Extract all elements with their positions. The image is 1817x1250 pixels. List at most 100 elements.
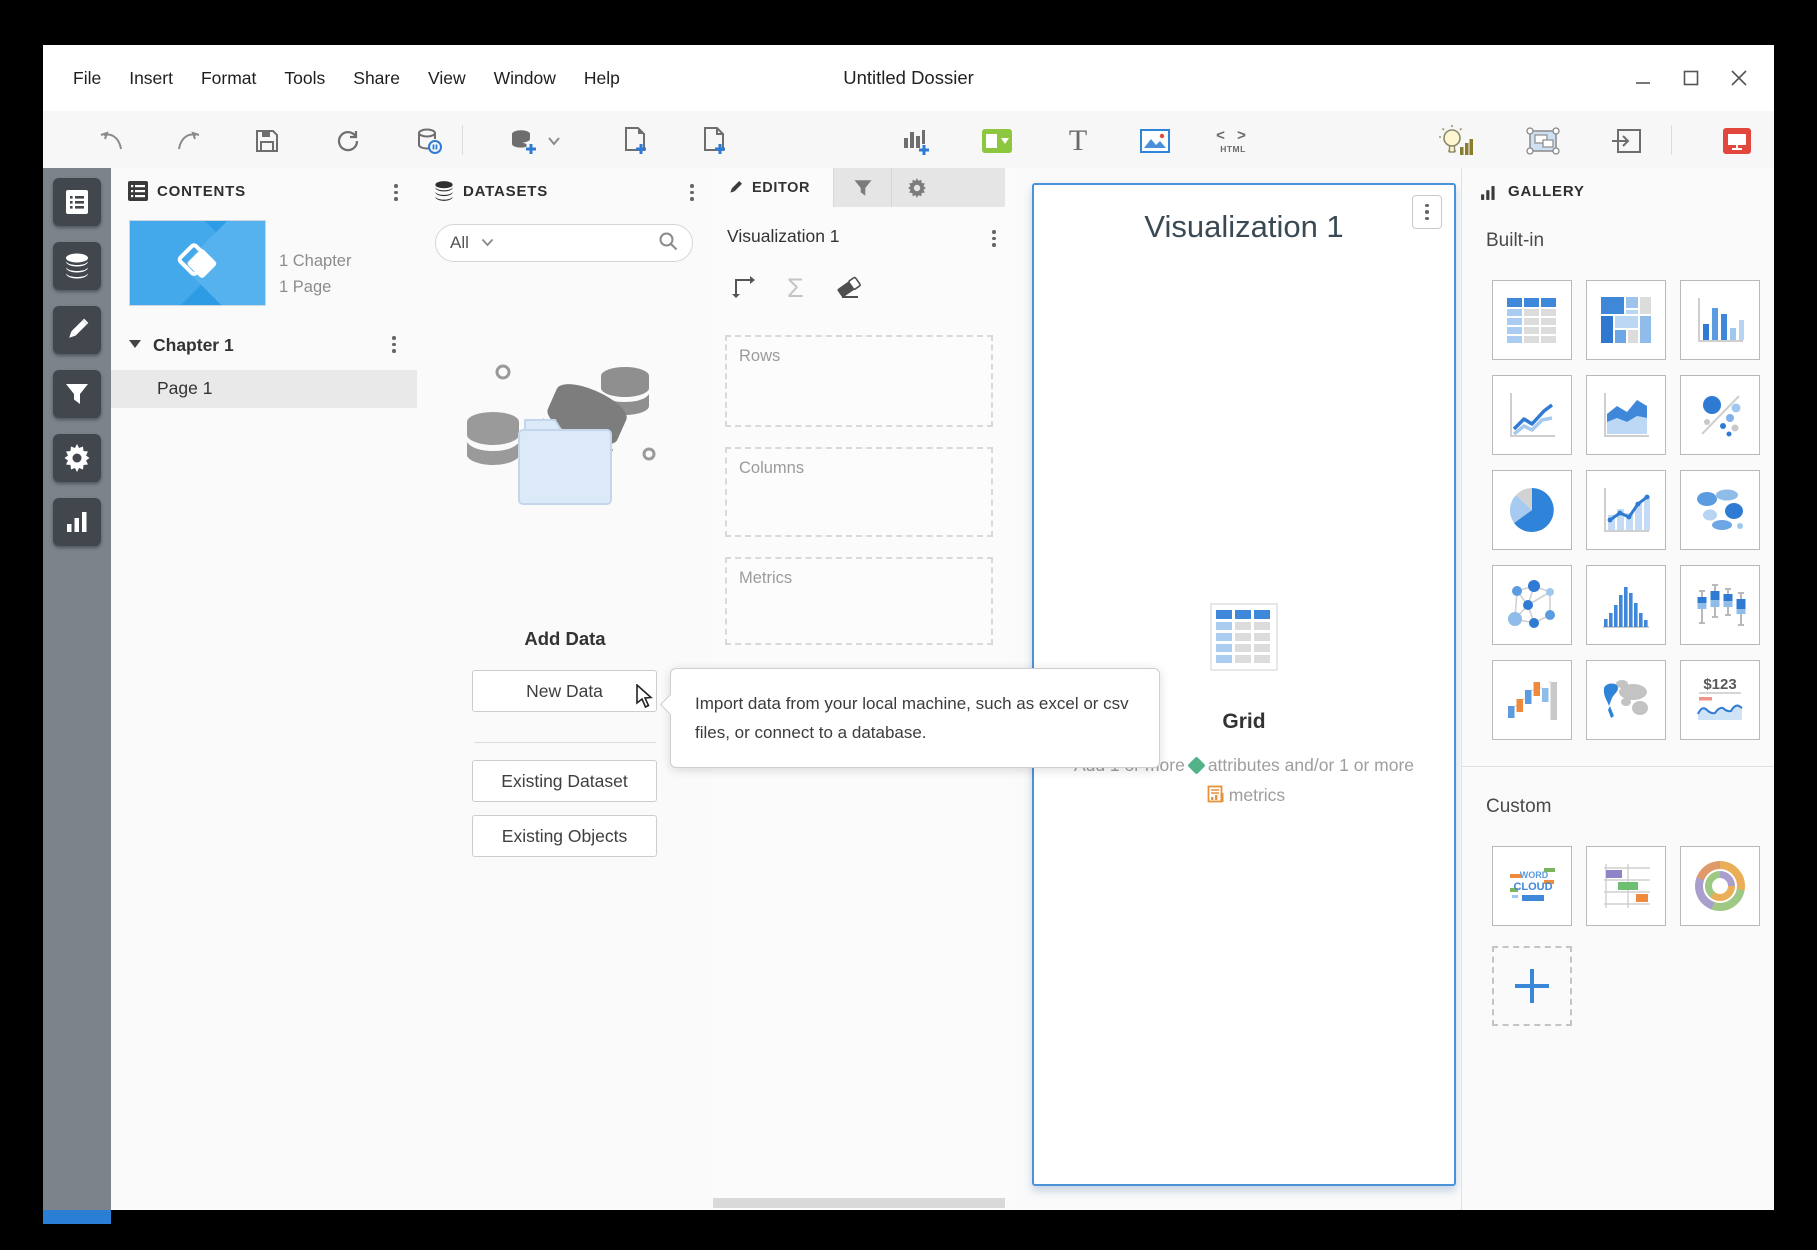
gallery-item-combo-chart-icon[interactable] <box>1586 470 1666 550</box>
save-icon[interactable] <box>249 123 285 159</box>
plus-icon <box>1511 965 1553 1007</box>
contents-menu-icon[interactable] <box>389 184 403 201</box>
add-html-icon[interactable]: < > HTML <box>1215 123 1251 159</box>
minimize-button[interactable] <box>1634 69 1652 87</box>
add-page-icon[interactable] <box>697 123 733 159</box>
add-custom-visualization-button[interactable] <box>1492 946 1572 1026</box>
chevron-down-icon[interactable] <box>129 340 141 348</box>
gallery-title: GALLERY <box>1508 183 1585 200</box>
redo-icon[interactable] <box>171 123 207 159</box>
add-chapter-icon[interactable] <box>618 123 654 159</box>
datasets-db-icon <box>433 180 455 207</box>
menu-share[interactable]: Share <box>339 68 414 89</box>
chapter-menu-icon[interactable] <box>387 336 401 353</box>
close-button[interactable] <box>1730 69 1748 87</box>
contents-list-icon <box>127 180 149 207</box>
undo-icon[interactable] <box>93 123 129 159</box>
refresh-icon[interactable] <box>330 123 366 159</box>
rail-contents-icon[interactable] <box>53 178 101 226</box>
insights-icon[interactable] <box>1438 123 1474 159</box>
rail-gallery-icon[interactable] <box>53 498 101 546</box>
gallery-item-heatmap-icon[interactable] <box>1586 280 1666 360</box>
taskbar-fragment <box>43 1210 111 1224</box>
add-visualization-icon[interactable] <box>898 123 934 159</box>
kebab-icon <box>1420 204 1434 221</box>
gallery-item-network-icon[interactable] <box>1492 565 1572 645</box>
menu-view[interactable]: View <box>414 68 480 89</box>
rows-dropzone[interactable]: Rows <box>725 335 993 427</box>
add-image-icon[interactable] <box>1137 123 1173 159</box>
menu-format[interactable]: Format <box>187 68 270 89</box>
freeform-layout-icon[interactable] <box>1525 123 1561 159</box>
gallery-item-waterfall-icon[interactable] <box>1492 660 1572 740</box>
page-row-selected[interactable]: Page 1 <box>111 370 417 408</box>
menu-tools[interactable]: Tools <box>270 68 339 89</box>
existing-objects-button[interactable]: Existing Objects <box>472 815 657 857</box>
gallery-item-gantt-icon[interactable] <box>1586 846 1666 926</box>
add-data-heading: Add Data <box>417 628 713 650</box>
rail-filter-icon[interactable] <box>53 370 101 418</box>
title-bar: File Insert Format Tools Share View Wind… <box>43 45 1774 111</box>
gallery-item-bar-chart-icon[interactable] <box>1680 280 1760 360</box>
editor-viz-menu-icon[interactable] <box>987 230 1001 247</box>
gallery-item-map-icon[interactable] <box>1680 470 1760 550</box>
editor-tab-label: EDITOR <box>752 180 810 196</box>
gallery-item-line-chart-icon[interactable] <box>1492 375 1572 455</box>
menu-file[interactable]: File <box>59 68 115 89</box>
chapter-label: Chapter 1 <box>153 335 234 356</box>
sigma-icon[interactable]: Σ <box>787 275 804 302</box>
new-data-button[interactable]: New Data <box>472 670 657 712</box>
gallery-item-pie-chart-icon[interactable] <box>1492 470 1572 550</box>
datasource-status-icon[interactable] <box>411 123 447 159</box>
window-controls <box>1634 45 1748 111</box>
rail-edit-icon[interactable] <box>53 306 101 354</box>
menu-help[interactable]: Help <box>570 68 634 89</box>
horizontal-scrollbar[interactable] <box>713 1198 1005 1208</box>
contents-header: CONTENTS <box>111 168 417 214</box>
app-window: File Insert Format Tools Share View Wind… <box>43 45 1774 1210</box>
dataset-filter-value[interactable]: All <box>450 233 469 253</box>
menu-window[interactable]: Window <box>480 68 570 89</box>
builtin-label: Built-in <box>1486 230 1544 252</box>
page-count: 1 Page <box>279 278 331 297</box>
gallery-item-area-chart-icon[interactable] <box>1586 375 1666 455</box>
gallery-item-bubble-chart-icon[interactable] <box>1680 375 1760 455</box>
chapter-row[interactable]: Chapter 1 <box>111 328 417 364</box>
preview-icon[interactable] <box>1608 123 1644 159</box>
tab-editor[interactable]: EDITOR <box>713 168 833 207</box>
gallery-item-grid-icon[interactable] <box>1492 280 1572 360</box>
existing-dataset-button[interactable]: Existing Dataset <box>472 760 657 802</box>
gallery-item-kpi-icon[interactable]: $123 <box>1680 660 1760 740</box>
pencil-icon <box>727 179 744 196</box>
rail-settings-icon[interactable] <box>53 434 101 482</box>
dataset-search-box[interactable]: All <box>435 224 693 262</box>
gallery-item-geospatial-map-icon[interactable] <box>1586 660 1666 740</box>
add-data-chevron-icon[interactable] <box>544 123 564 159</box>
present-icon[interactable] <box>1719 123 1755 159</box>
metrics-dropzone[interactable]: Metrics <box>725 557 993 645</box>
eraser-icon[interactable] <box>834 273 864 304</box>
chevron-down-icon[interactable] <box>481 234 494 252</box>
dossier-thumbnail[interactable] <box>129 220 266 306</box>
gallery-item-histogram-icon[interactable] <box>1586 565 1666 645</box>
swap-axes-icon[interactable] <box>729 272 757 305</box>
tab-filter[interactable] <box>833 168 892 207</box>
menu-insert[interactable]: Insert <box>115 68 187 89</box>
mouse-cursor <box>633 684 655 715</box>
tab-settings[interactable] <box>891 168 942 207</box>
gallery-item-word-cloud-icon[interactable]: WORDCLOUD <box>1492 846 1572 926</box>
rail-datasets-icon[interactable] <box>53 242 101 290</box>
gallery-bars-icon <box>1478 184 1498 207</box>
visualization-menu-button[interactable] <box>1412 195 1442 229</box>
visualization-title: Visualization 1 <box>1034 209 1454 245</box>
gallery-item-sunburst-icon[interactable] <box>1680 846 1760 926</box>
maximize-button[interactable] <box>1682 69 1700 87</box>
search-icon[interactable] <box>658 231 678 256</box>
columns-dropzone[interactable]: Columns <box>725 447 993 537</box>
datasets-header: DATASETS <box>417 168 713 214</box>
add-selector-icon[interactable] <box>979 123 1015 159</box>
datasets-menu-icon[interactable] <box>685 184 699 201</box>
add-data-icon[interactable] <box>505 123 541 159</box>
gallery-item-box-plot-icon[interactable] <box>1680 565 1760 645</box>
add-text-icon[interactable]: T <box>1060 123 1096 159</box>
